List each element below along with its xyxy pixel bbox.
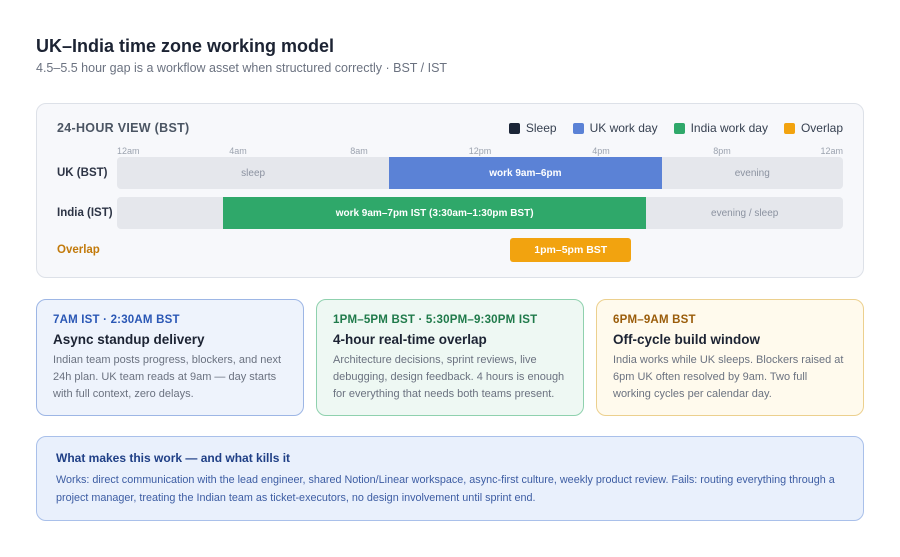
legend-item-uk-work-day: UK work day <box>572 121 658 135</box>
tick-label: 12am <box>117 146 140 156</box>
tick-label: 8am <box>350 146 368 156</box>
legend-item-sleep: Sleep <box>508 121 557 135</box>
card-time: 6PM–9AM BST <box>613 314 696 326</box>
tick-label: 8pm <box>713 146 731 156</box>
tick-label: 4pm <box>592 146 610 156</box>
segment-india-work: work 9am–7pm IST (3:30am–1:30pm BST) <box>222 197 647 229</box>
segment-uk-evening: evening <box>734 167 770 179</box>
overlap-bar: 1pm–5pm BST <box>510 238 632 262</box>
summary-title: What makes this work — and what kills it <box>56 451 291 465</box>
card-time: 7AM IST · 2:30AM BST <box>53 314 180 326</box>
legend-swatch-india-work-day <box>673 122 685 134</box>
row-label-india: India (IST) <box>57 207 113 219</box>
legend-label-sleep: Sleep <box>525 121 557 135</box>
legend-swatch-overlap <box>783 122 795 134</box>
card-title: Off-cycle build window <box>613 332 761 347</box>
card-body: India works while UK sleeps. Blockers ra… <box>613 354 844 400</box>
card-time: 1PM–5PM BST · 5:30PM–9:30PM IST <box>333 314 538 326</box>
legend: Sleep UK work day India work day Overlap <box>508 121 843 135</box>
summary-body: Works: direct communication with the lea… <box>56 474 835 504</box>
card-title: 4-hour real-time overlap <box>333 332 487 347</box>
segment-uk-work: work 9am–6pm <box>389 157 662 189</box>
row-label-uk: UK (BST) <box>57 167 108 179</box>
card-body: Indian team posts progress, blockers, an… <box>53 354 282 400</box>
segment-india-evening: evening / sleep <box>711 207 779 219</box>
segment-uk-sleep: sleep <box>241 167 266 179</box>
legend-swatch-uk-work-day <box>572 122 584 134</box>
page-subtitle: 4.5–5.5 hour gap is a workflow asset whe… <box>36 61 448 75</box>
card-off-cycle-build: 6PM–9AM BST Off-cycle build window India… <box>596 299 864 416</box>
card-title: Async standup delivery <box>53 332 205 347</box>
legend-item-overlap: Overlap <box>783 121 843 135</box>
track-india: work 9am–7pm IST (3:30am–1:30pm BST) eve… <box>117 197 843 229</box>
tick-label: 4am <box>229 146 247 156</box>
timeline-panel: 24-HOUR VIEW (BST) Sleep UK work day Ind… <box>36 103 864 278</box>
tick-label: 12am <box>820 146 843 156</box>
card-realtime-overlap: 1PM–5PM BST · 5:30PM–9:30PM IST 4-hour r… <box>316 299 584 416</box>
legend-label-uk-work-day: UK work day <box>589 121 658 135</box>
row-label-overlap: Overlap <box>57 244 100 256</box>
track-uk: sleep work 9am–6pm evening <box>117 157 843 189</box>
card-body: Architecture decisions, sprint reviews, … <box>333 354 565 400</box>
legend-swatch-sleep <box>508 122 520 134</box>
tick-label: 12pm <box>468 146 492 156</box>
legend-item-india-work-day: India work day <box>673 121 768 135</box>
segment-india-early <box>117 197 223 229</box>
legend-label-overlap: Overlap <box>800 121 843 135</box>
page-title: UK–India time zone working model <box>36 36 335 56</box>
legend-label-india-work-day: India work day <box>690 121 768 135</box>
summary-box: What makes this work — and what kills it… <box>36 436 864 521</box>
card-async-standup: 7AM IST · 2:30AM BST Async standup deliv… <box>36 299 304 416</box>
timeline-title: 24-HOUR VIEW (BST) <box>57 121 190 135</box>
